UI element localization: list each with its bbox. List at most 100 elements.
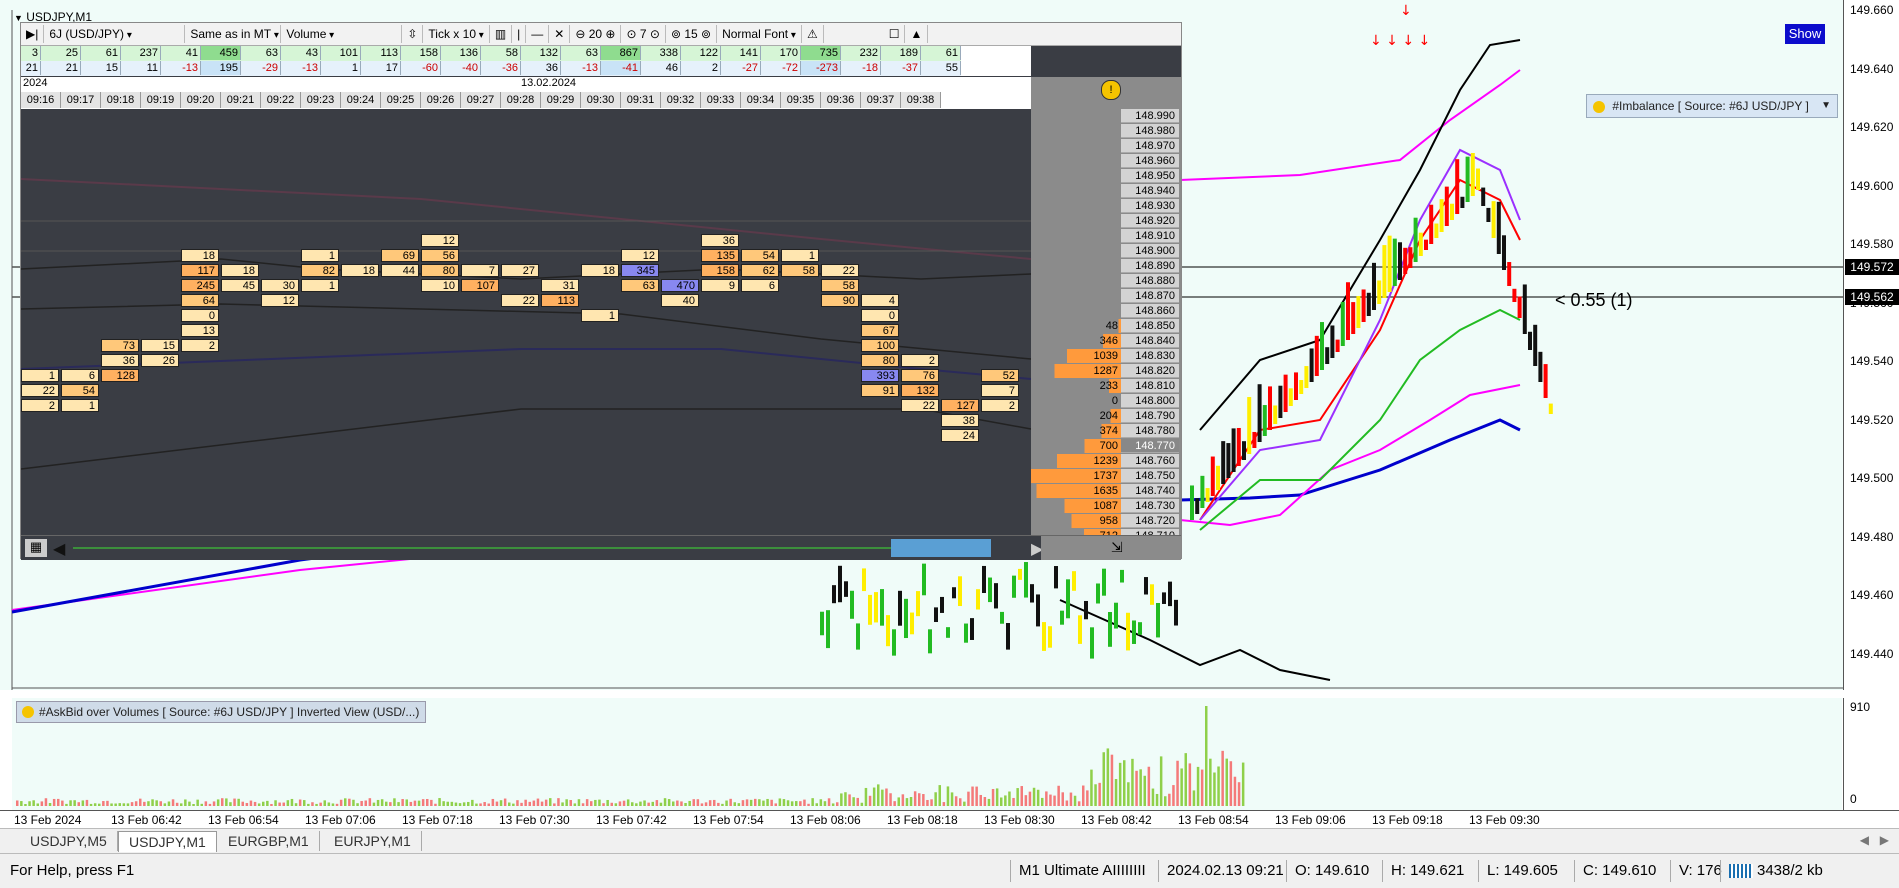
close-icon[interactable]: ✕ [549,25,571,43]
volume-bar [713,799,716,806]
instrument-select[interactable]: 6J (USD/JPY) [44,25,186,43]
show-button[interactable]: Show [1785,24,1825,44]
tick-size-icon[interactable]: ⇳ [402,25,424,43]
volume-bar [672,801,675,806]
line-icon[interactable]: | [512,25,527,43]
volume-bar [881,789,884,806]
scroll-track[interactable] [73,547,953,549]
ladder-row: 1239 148.760 [1031,454,1181,468]
volume-bar [1184,753,1187,806]
ladder-volume [1031,184,1121,198]
scroll-thumb[interactable] [891,539,991,557]
footprint-cell: 18 [341,264,379,277]
date-axis-label: 13 Feb 08:54 [1178,813,1249,827]
tab-usdjpy-m5[interactable]: USDJPY,M5 [20,831,118,851]
cluster-down-button[interactable]: ⊙ 7 ⊙ [621,25,666,43]
candle [844,581,848,597]
volume-bar [487,803,490,806]
calendar-icon[interactable]: ▦ [25,539,47,557]
stat-cell: 101 [321,46,361,60]
volume-bar [959,798,962,806]
footprint-cell: 62 [741,264,779,277]
volume-bar [1012,797,1015,806]
metric-select[interactable]: Volume [281,25,403,43]
stats-delta-row: 21 21 15 11 -13 195 -29 -13 1 17 -60 -40 -36 36 -13 -41… [21,61,961,76]
candle [934,607,938,623]
date-axis[interactable]: 13 Feb 2024 13 Feb 06:42 13 Feb 06:54 13 Fe… [0,810,1899,829]
imbalance-indicator-label[interactable]: #Imbalance [ Source: #6J USD/JPY ] ▼ [1586,94,1838,118]
footprint-window[interactable]: ▶| 6J (USD/JPY) Same as in MT Volume ⇳ T… [20,22,1182,560]
candle [1096,583,1100,604]
candle [1543,364,1548,398]
footprint-cell: 0 [181,309,219,322]
candle [988,577,992,603]
time-row: 09:16 09:17 09:18 09:19 09:20 09:21 09:22 09:23… [21,92,941,108]
price-axis-label: 149.460 [1850,588,1894,602]
volume-bar [1110,754,1114,806]
tab-scroll-right-icon[interactable]: ▶ [1880,833,1889,847]
warning-icon[interactable]: ⚠ [802,25,824,43]
ladder-price: 148.740 [1121,484,1179,498]
mode-select[interactable]: Same as in MT [185,25,282,43]
stat-cell: 141 [721,46,761,60]
hline-icon[interactable]: — [526,25,550,43]
tab-scroll-left-icon[interactable]: ◀ [1860,833,1869,847]
collapse-up-icon[interactable]: ▲ [905,25,929,43]
candle [1126,612,1130,651]
tick-select[interactable]: Tick x 10 [423,25,490,43]
volume-bar [1008,791,1011,806]
volume-bar [48,802,52,806]
maximize-icon[interactable]: ☐ [884,25,906,43]
volume-bar [688,800,691,806]
scroll-left-icon[interactable]: ◀ [53,539,65,559]
chevron-down-icon[interactable]: ▼ [1821,95,1831,117]
volume-bar [1049,794,1052,806]
footprint-cell: 15 [141,339,179,352]
footprint-bottom-bar: ▦ ◀ ▶ ⇲ [21,535,1181,560]
price-axis-label: 149.580 [1850,237,1894,251]
zoom-value: 20 [588,27,603,41]
scale-button[interactable]: ⊚ 15 ⊚ [666,25,718,43]
volume-bar [36,803,39,806]
ladder-price: 148.900 [1121,244,1179,258]
zoom-minus-button[interactable]: ⊖ 20 ⊕ [570,25,622,43]
bar-chart-icon[interactable]: ▥ [490,25,513,43]
volume-bar [946,786,950,806]
volume-bar [754,798,757,806]
volume-bar [360,800,363,806]
volume-bar [647,802,650,806]
volume-bar [1135,770,1138,806]
font-select[interactable]: Normal Font [717,25,802,43]
candle [1377,280,1382,304]
footprint-cell: 393 [861,369,899,382]
volume-bar [126,803,130,806]
ladder-price: 148.800 [1121,394,1179,408]
volume-bar [942,802,946,806]
candle [1387,235,1392,292]
tab-eurgbp-m1[interactable]: EURGBP,M1 [218,831,320,851]
volume-bar [364,800,367,806]
time-cell: 09:17 [61,92,101,108]
nav-end-button[interactable]: ▶| [21,25,45,43]
tab-usdjpy-m1[interactable]: USDJPY,M1 [118,831,217,852]
volume-bar [1164,796,1167,806]
volume-bar [401,799,404,806]
volume-bar [1090,769,1093,806]
resize-icon[interactable]: ⇲ [1111,539,1123,556]
stat-cell: 122 [681,46,721,60]
footprint-price-ladder[interactable]: ! 148.990 148.980 148.970 148.960 148.950 148… [1031,77,1181,549]
footprint-cell: 90 [821,294,859,307]
warning-icon[interactable]: ! [1101,80,1121,100]
volume-bar [1114,779,1118,806]
tab-eurjpy-m1[interactable]: EURJPY,M1 [324,831,422,851]
price-axis-label: 149.480 [1850,529,1894,544]
price-axis[interactable]: 149.660 149.640 149.620 149.600 149.580 149.5… [1843,0,1899,690]
time-cell: 09:16 [21,92,61,108]
askbid-indicator-label[interactable]: #AskBid over Volumes [ Source: #6J USD/J… [16,701,427,723]
footprint-canvas[interactable]: 1 6 22 54 2 1 73 15 36 26 128 18 117 18 245 45 64 0 13 2 1 30… [21,109,1031,549]
volume-bar [913,791,917,806]
candle [1460,196,1465,208]
candle [910,612,914,635]
volume-bar [1237,782,1241,806]
volume-bar [139,798,142,806]
